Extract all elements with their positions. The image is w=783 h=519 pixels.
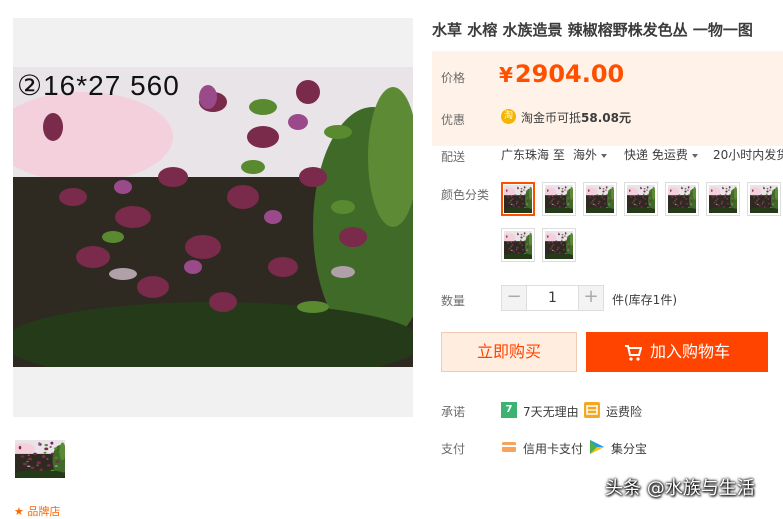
photo-caption: ②16*27 560 (17, 70, 180, 101)
quantity-increase-button[interactable]: + (578, 285, 604, 311)
color-option[interactable] (542, 228, 576, 262)
price-amount: 2904.00 (514, 60, 625, 88)
plant-thumbnail (627, 185, 655, 213)
jifenbao-icon (589, 439, 605, 455)
ship-destination-select[interactable]: 海外 (573, 146, 608, 163)
price-value: ¥2904.00 (499, 60, 624, 88)
payment-label: 支付 (441, 442, 466, 456)
color-option[interactable] (747, 182, 781, 216)
product-title: 水草 水榕 水族造景 辣椒榕野株发色丛 一物一图 (432, 21, 753, 39)
seven-day-return-text[interactable]: 7天无理由 (523, 403, 579, 420)
chevron-down-icon (601, 153, 608, 158)
credit-card-icon (501, 439, 517, 455)
stock-info: 件(库存1件) (612, 293, 677, 307)
cart-icon (624, 344, 642, 361)
quantity-label: 数量 (441, 294, 466, 308)
gallery-thumbnail[interactable] (15, 440, 65, 478)
plant-thumbnail (15, 440, 65, 478)
plant-thumbnail (504, 231, 532, 259)
plant-thumbnail (545, 185, 573, 213)
promo-label: 优惠 (441, 113, 466, 127)
quantity-input[interactable]: 1 (527, 285, 578, 311)
plant-photo (13, 67, 413, 367)
color-option[interactable] (501, 228, 535, 262)
color-option[interactable] (542, 182, 576, 216)
ship-method-select[interactable]: 快递 免运费 (624, 146, 698, 163)
quantity-decrease-button[interactable]: − (501, 285, 527, 311)
promo-text: 淘金币可抵58.08元 (521, 109, 631, 126)
watermark: 头条 @水族与生活 (605, 478, 755, 499)
shipping-insurance-text[interactable]: 运费险 (606, 403, 642, 420)
shop-badge-partial: ★ 品牌店 (14, 505, 61, 518)
main-product-image[interactable]: ②16*27 560 (13, 67, 413, 367)
promo-amount: 58.08元 (581, 111, 631, 125)
ship-from: 广东珠海 至 (501, 148, 565, 162)
promise-label: 承诺 (441, 405, 466, 419)
color-option[interactable] (501, 182, 535, 216)
jifenbao-text[interactable]: 集分宝 (611, 440, 647, 457)
buy-now-button[interactable]: 立即购买 (441, 332, 577, 372)
color-option[interactable] (706, 182, 740, 216)
shipping-insurance-icon (584, 402, 600, 418)
color-option[interactable] (624, 182, 658, 216)
color-option[interactable] (665, 182, 699, 216)
plant-thumbnail (586, 185, 614, 213)
shipping-label: 配送 (441, 150, 466, 164)
credit-card-text[interactable]: 信用卡支付 (523, 440, 583, 457)
promo-desc: 淘金币可抵 (521, 111, 582, 125)
chevron-down-icon (691, 153, 698, 158)
plant-thumbnail (709, 185, 737, 213)
price-label: 价格 (441, 71, 466, 85)
add-to-cart-label: 加入购物车 (649, 342, 730, 361)
seven-day-return-icon: 7 (501, 402, 517, 418)
plant-thumbnail (750, 185, 778, 213)
plant-thumbnail (545, 231, 573, 259)
plant-thumbnail (504, 185, 532, 213)
add-to-cart-button[interactable]: 加入购物车 (586, 332, 768, 372)
currency-symbol: ¥ (499, 63, 513, 87)
color-option[interactable] (583, 182, 617, 216)
ship-time: 20小时内发货 (713, 148, 783, 162)
taobao-coin-icon: 淘 (501, 109, 516, 124)
plant-thumbnail (668, 185, 696, 213)
color-label: 颜色分类 (441, 188, 490, 202)
